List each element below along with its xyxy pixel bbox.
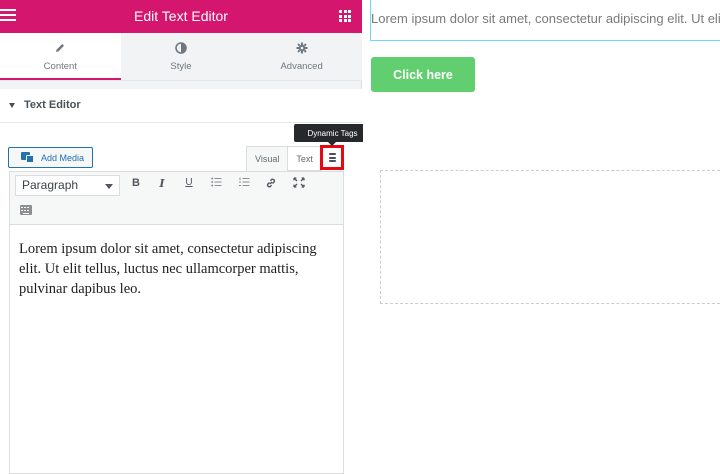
panel-header: Edit Text Editor [0, 0, 362, 33]
tab-advanced[interactable]: Advanced [241, 33, 362, 80]
text-editor-area[interactable]: Lorem ipsum dolor sit amet, consectetur … [9, 225, 344, 474]
link-button[interactable] [263, 177, 279, 194]
numbered-list-icon [238, 177, 249, 186]
section-title: Text Editor [24, 99, 81, 111]
format-select-value: Paragraph [22, 178, 79, 192]
italic-button[interactable]: I [154, 177, 170, 194]
editor-mode-tabs: Visual Text [246, 146, 322, 171]
gear-icon [241, 42, 362, 56]
page-preview: Lorem ipsum dolor sit amet, consectetur … [363, 0, 720, 474]
editor-content: Lorem ipsum dolor sit amet, consectetur … [19, 241, 317, 297]
tab-content-label: Content [43, 61, 77, 72]
section-content: Add Media Visual Text Paragraph B I U Lo… [0, 123, 362, 474]
pencil-icon [0, 42, 121, 56]
tooltip-arrow [328, 142, 336, 146]
panel-tabs: Content Style Advanced [0, 33, 362, 81]
numbered-list-button[interactable] [236, 177, 252, 194]
panel-title: Edit Text Editor [134, 8, 228, 24]
underline-button[interactable]: U [181, 177, 197, 194]
editor-panel: Edit Text Editor Content Style Advanced … [0, 0, 371, 474]
bold-button[interactable]: B [128, 177, 144, 194]
contrast-icon [121, 42, 242, 56]
tab-visual[interactable]: Visual [246, 146, 289, 171]
link-icon [266, 178, 276, 188]
click-here-button[interactable]: Click here [371, 57, 475, 92]
add-media-button[interactable]: Add Media [8, 147, 93, 168]
tooltip-label: Dynamic Tags [307, 128, 358, 138]
tab-content[interactable]: Content [0, 33, 121, 80]
add-media-label: Add Media [41, 152, 85, 163]
format-select[interactable]: Paragraph [15, 175, 120, 196]
chevron-down-icon [105, 184, 113, 189]
preview-text-widget[interactable]: Lorem ipsum dolor sit amet, consectetur … [370, 0, 720, 41]
media-icon [21, 152, 34, 163]
database-icon [328, 153, 336, 162]
tab-text[interactable]: Text [288, 146, 322, 171]
grid-icon[interactable] [339, 10, 351, 22]
bullet-list-icon [210, 177, 221, 187]
fullscreen-icon [293, 177, 305, 188]
caret-down-icon [9, 103, 15, 108]
section-text-editor[interactable]: Text Editor [0, 89, 362, 123]
bullet-list-button[interactable] [208, 177, 224, 194]
tab-style[interactable]: Style [120, 33, 242, 80]
keyboard-icon[interactable] [20, 205, 32, 215]
fullscreen-button[interactable] [291, 177, 307, 194]
tab-advanced-label: Advanced [280, 61, 323, 72]
tab-style-label: Style [170, 61, 192, 72]
dynamic-tags-tooltip: Dynamic Tags [294, 124, 371, 146]
empty-section-placeholder[interactable] [380, 170, 720, 304]
editor-toolbar: Paragraph B I U [9, 171, 344, 225]
dynamic-tags-button[interactable] [320, 145, 344, 170]
